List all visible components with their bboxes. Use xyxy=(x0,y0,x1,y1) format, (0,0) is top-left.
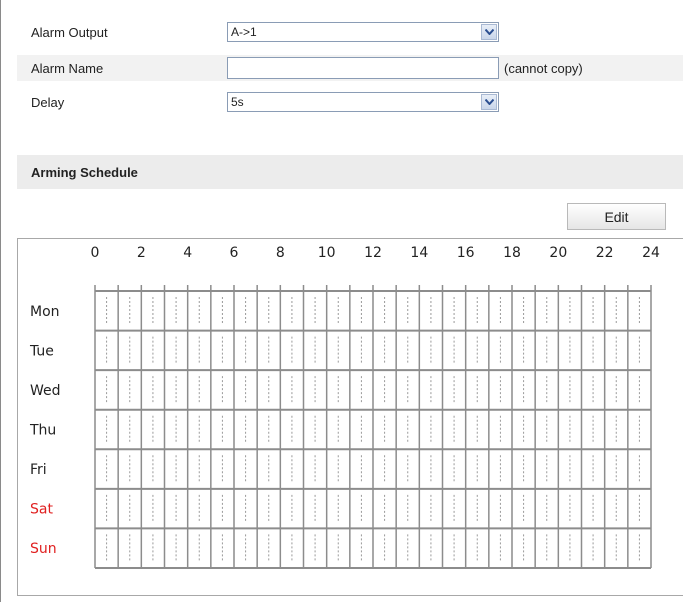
hour-label: 6 xyxy=(230,245,239,261)
day-label: Sat xyxy=(30,502,53,518)
arming-schedule-title: Arming Schedule xyxy=(31,164,138,180)
alarm-output-label: Alarm Output xyxy=(31,24,108,40)
delay-label: Delay xyxy=(31,94,65,110)
hour-label: 8 xyxy=(276,245,285,261)
hour-label: 14 xyxy=(410,245,428,261)
hour-label: 20 xyxy=(549,245,567,261)
alarm-name-input[interactable] xyxy=(227,57,499,79)
arming-schedule-grid[interactable]: 0 2 4 6 8 10 12 14 16 18 20 22 24 Mon Tue Wed Thu Fri Sat S… xyxy=(17,238,683,596)
hour-label: 4 xyxy=(183,245,192,261)
day-label: Thu xyxy=(29,423,56,439)
day-label: Mon xyxy=(30,304,60,320)
alarm-name-row: Alarm Name (cannot copy) xyxy=(17,55,683,81)
delay-row: Delay 5s xyxy=(17,89,683,115)
schedule-canvas[interactable]: 0 2 4 6 8 10 12 14 16 18 20 22 24MonTueWedThuFriSatS… xyxy=(18,239,683,595)
alarm-output-row: Alarm Output A->1 xyxy=(17,19,683,45)
hour-label: 16 xyxy=(457,245,475,261)
hour-label: 2 xyxy=(137,245,146,261)
alarm-output-select[interactable]: A->1 xyxy=(227,22,499,42)
alarm-name-hint: (cannot copy) xyxy=(504,60,583,76)
alarm-name-label: Alarm Name xyxy=(31,60,104,76)
hour-label: 24 xyxy=(642,245,660,261)
day-label: Fri xyxy=(30,462,47,478)
hour-label: 22 xyxy=(596,245,614,261)
day-label: Sun xyxy=(30,541,57,557)
alarm-output-value: A->1 xyxy=(231,25,257,39)
delay-select[interactable]: 5s xyxy=(227,92,499,112)
settings-panel: Alarm Output A->1 Alarm Name (cannot cop… xyxy=(0,0,683,602)
hour-label: 18 xyxy=(503,245,521,261)
day-label: Wed xyxy=(30,383,61,399)
arming-schedule-header: Arming Schedule xyxy=(17,155,683,189)
hour-label: 10 xyxy=(318,245,336,261)
delay-value: 5s xyxy=(231,95,244,109)
chevron-down-icon[interactable] xyxy=(481,94,497,110)
edit-button[interactable]: Edit xyxy=(567,203,666,230)
day-label: Tue xyxy=(29,343,54,359)
hour-label: 0 xyxy=(91,245,100,261)
chevron-down-icon[interactable] xyxy=(481,24,497,40)
hour-label: 12 xyxy=(364,245,382,261)
